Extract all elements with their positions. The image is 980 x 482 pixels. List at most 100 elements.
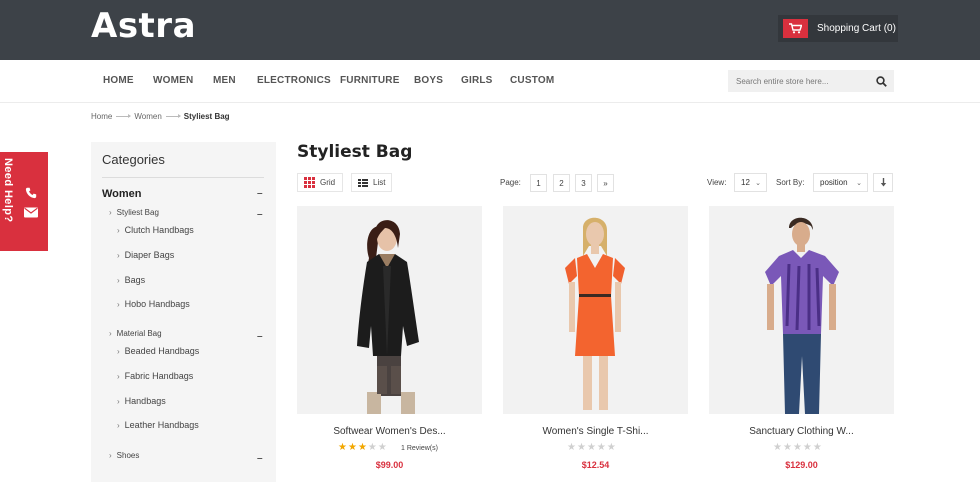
chevron-right-icon: › [109, 208, 112, 217]
need-help-tab[interactable]: Need Help? [0, 152, 48, 251]
shopping-cart-button[interactable]: Shopping Cart (0) [778, 15, 898, 42]
search-input[interactable] [728, 70, 868, 92]
next-page-button[interactable]: » [597, 174, 614, 192]
product-name[interactable]: Women's Single T-Shi... [503, 426, 688, 437]
product-image[interactable] [503, 206, 688, 414]
page-label: Page: [500, 178, 521, 187]
rating-stars: ★ ★ ★ ★ ★ [567, 443, 616, 453]
divider [102, 177, 264, 178]
product-price: $12.54 [581, 460, 610, 470]
breadcrumb-women[interactable]: Women [134, 112, 161, 121]
star-icon: ★ [567, 442, 576, 453]
subcategory-item[interactable]: › Hobo Handbags [117, 299, 190, 309]
chevron-down-icon: ⌄ [856, 180, 862, 187]
nav-furniture[interactable]: FURNITURE [340, 75, 400, 86]
subcategory-item[interactable]: › Bags [117, 275, 145, 285]
collapse-icon[interactable]: – [257, 331, 263, 342]
chevron-right-icon: › [109, 451, 112, 460]
product-card[interactable]: Softwear Women's Des... ★ ★ ★ ★ ★ 1 Revi… [297, 206, 482, 476]
subcategory-label: Diaper Bags [124, 250, 175, 260]
category-styliest-bag[interactable]: › Styliest Bag [109, 208, 159, 217]
category-label: Styliest Bag [116, 208, 159, 217]
page-1-button[interactable]: 1 [530, 174, 547, 192]
nav-women[interactable]: WOMEN [153, 75, 193, 86]
nav-boys[interactable]: BOYS [414, 75, 443, 86]
cart-label: Shopping Cart (0) [817, 23, 896, 34]
search-icon [875, 75, 887, 87]
subcategory-item[interactable]: › Fabric Handbags [117, 371, 193, 381]
product-image[interactable] [709, 206, 894, 414]
star-icon: ★ [802, 442, 812, 453]
chevron-right-icon: › [117, 226, 120, 235]
product-price: $129.00 [785, 460, 818, 470]
product-card[interactable]: Sanctuary Clothing W... ★ ★ ★ ★ ★ $129.0… [709, 206, 894, 476]
subcategory-label: Hobo Handbags [124, 299, 190, 309]
grid-icon [304, 177, 315, 188]
subcategory-label: Bags [124, 275, 146, 285]
subcategory-label: Beaded Handbags [124, 346, 200, 356]
star-icon: ★ [792, 442, 802, 453]
category-material-bag[interactable]: › Material Bag [109, 329, 162, 338]
collapse-icon[interactable]: – [257, 188, 263, 199]
nav-girls[interactable]: GIRLS [461, 75, 493, 86]
product-card[interactable]: Women's Single T-Shi... ★ ★ ★ ★ ★ $12.54 [503, 206, 688, 476]
collapse-icon[interactable]: – [257, 209, 263, 220]
category-women[interactable]: Women [102, 188, 142, 200]
nav-custom[interactable]: CUSTOM [510, 75, 554, 86]
view-count-select[interactable]: 12 ⌄ [734, 173, 767, 192]
category-shoes[interactable]: › Shoes [109, 451, 139, 460]
chevron-right-icon: › [117, 347, 120, 356]
page-2-button[interactable]: 2 [553, 174, 570, 192]
chevron-right-icon: › [109, 329, 112, 338]
breadcrumb: Home Women Styliest Bag [91, 112, 230, 121]
need-help-label: Need Help? [2, 158, 14, 223]
sort-direction-button[interactable] [873, 173, 893, 192]
subcategory-item[interactable]: › Diaper Bags [117, 250, 174, 260]
subcategory-item[interactable]: › Leather Handbags [117, 420, 199, 430]
search-button[interactable] [868, 70, 894, 92]
subcategory-item[interactable]: › Clutch Handbags [117, 225, 194, 235]
chevron-right-icon: › [117, 251, 120, 260]
list-view-label: List [373, 178, 386, 187]
star-icon: ★ [347, 442, 357, 453]
chevron-right-icon: › [117, 372, 120, 381]
categories-title: Categories [102, 152, 165, 167]
review-count[interactable]: 1 Review(s) [401, 445, 438, 452]
product-name[interactable]: Sanctuary Clothing W... [709, 426, 894, 437]
star-icon: ★ [367, 442, 377, 453]
star-icon: ★ [586, 442, 596, 453]
sort-label: Sort By: [776, 178, 805, 187]
breadcrumb-home[interactable]: Home [91, 112, 112, 121]
category-label: Shoes [116, 451, 140, 460]
nav-electronics[interactable]: ELECTRONICS [257, 75, 331, 86]
subcategory-label: Handbags [124, 396, 166, 406]
star-icon: ★ [596, 442, 606, 453]
product-name[interactable]: Softwear Women's Des... [297, 426, 482, 437]
star-icon: ★ [338, 442, 347, 453]
chevron-right-icon: › [117, 300, 120, 309]
site-logo[interactable]: Astra [91, 6, 196, 46]
envelope-icon [24, 207, 38, 218]
chevron-right-icon: › [117, 276, 120, 285]
subcategory-item[interactable]: › Beaded Handbags [117, 346, 199, 356]
sort-select[interactable]: position ⌄ [813, 173, 868, 192]
breadcrumb-arrow-icon [116, 114, 132, 118]
product-image[interactable] [297, 206, 482, 414]
star-icon: ★ [812, 442, 822, 453]
subcategory-label: Leather Handbags [124, 420, 199, 430]
sort-value: position [820, 178, 848, 187]
top-header: Astra Shopping Cart (0) [0, 0, 980, 60]
collapse-icon[interactable]: – [257, 453, 263, 464]
list-view-button[interactable]: List [351, 173, 392, 192]
nav-home[interactable]: HOME [103, 75, 134, 86]
grid-view-button[interactable]: Grid [297, 173, 343, 192]
star-icon: ★ [782, 442, 792, 453]
rating-stars: ★ ★ ★ ★ ★ [338, 443, 387, 453]
view-label: View: [707, 178, 727, 187]
subcategory-item[interactable]: › Handbags [117, 396, 166, 406]
star-icon: ★ [357, 442, 367, 453]
page-3-button[interactable]: 3 [575, 174, 592, 192]
page-title: Styliest Bag [297, 142, 413, 162]
nav-men[interactable]: MEN [213, 75, 236, 86]
chevron-right-icon: › [117, 421, 120, 430]
